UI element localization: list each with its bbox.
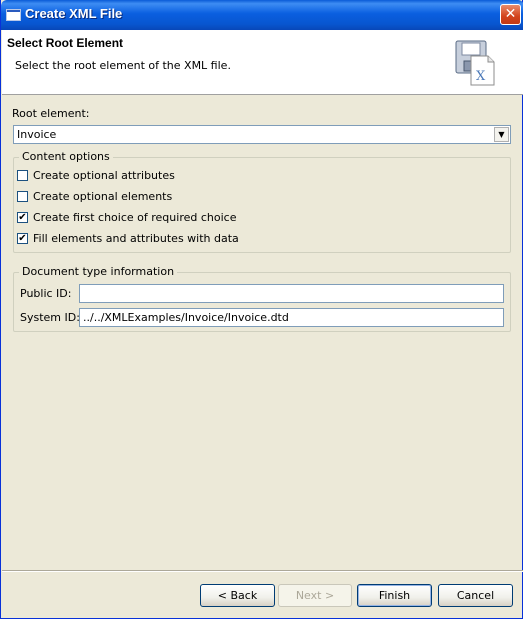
svg-text:X: X (476, 69, 486, 84)
close-icon: ✕ (504, 6, 517, 22)
public-id-label: Public ID: (20, 287, 72, 300)
checkbox[interactable]: ✔ (17, 233, 28, 244)
button-bar-separator (2, 570, 523, 572)
wizard-header: Select Root Element Select the root elem… (2, 30, 523, 95)
system-id-label: System ID: (20, 311, 80, 324)
root-element-select[interactable]: Invoice ▼ (13, 125, 511, 144)
checkbox-label: Create first choice of required choice (33, 211, 237, 224)
content-options-title: Content options (19, 150, 113, 163)
page-title: Select Root Element (7, 36, 124, 50)
root-element-label: Root element: (12, 107, 90, 120)
close-button[interactable]: ✕ (500, 4, 521, 25)
next-button[interactable]: Next > (278, 584, 352, 607)
checkbox-label: Create optional elements (33, 190, 173, 203)
page-description: Select the root element of the XML file. (15, 59, 231, 72)
public-id-input[interactable] (79, 284, 504, 303)
title-bar[interactable]: Create XML File ✕ (1, 0, 523, 30)
window-title: Create XML File (25, 6, 123, 21)
checkbox-label: Fill elements and attributes with data (33, 232, 239, 245)
xml-file-save-icon: X (455, 40, 495, 86)
system-id-input[interactable]: ../../XMLExamples/Invoice/Invoice.dtd (79, 308, 504, 327)
doctype-title: Document type information (19, 265, 178, 278)
checkbox[interactable]: ✔ (17, 212, 28, 223)
chevron-down-icon[interactable]: ▼ (494, 127, 509, 142)
finish-button[interactable]: Finish (357, 584, 432, 607)
checkbox-label: Create optional attributes (33, 169, 175, 182)
cancel-button[interactable]: Cancel (438, 584, 513, 607)
root-element-value: Invoice (17, 128, 57, 141)
window-icon (6, 9, 21, 21)
dialog-window: Create XML File ✕ Select Root Element Se… (0, 0, 523, 619)
checkbox[interactable] (17, 170, 28, 181)
checkbox[interactable] (17, 191, 28, 202)
back-button[interactable]: < Back (200, 584, 275, 607)
